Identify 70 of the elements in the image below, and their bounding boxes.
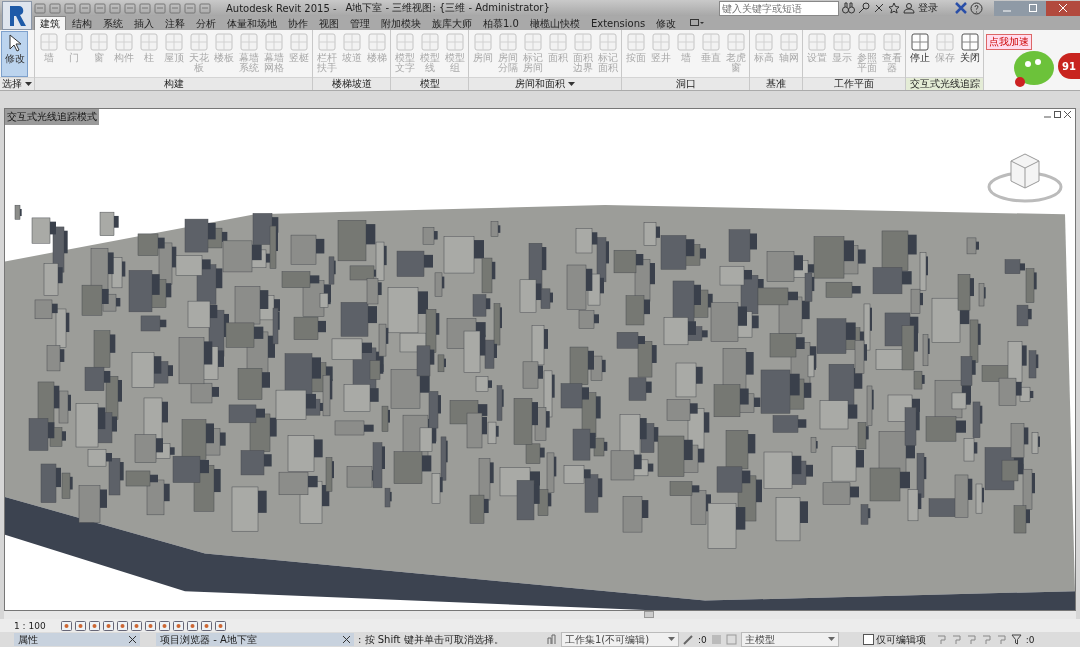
ribbon-button[interactable]: 修改 — [1, 31, 28, 77]
caret-icon[interactable] — [827, 637, 835, 642]
help-icon[interactable] — [970, 1, 983, 15]
panel-title[interactable]: 选择 — [0, 77, 34, 90]
ribbon-tab[interactable]: 分析 — [191, 17, 221, 30]
sign-in-link[interactable]: 登录 — [918, 1, 938, 15]
workset-icon[interactable] — [546, 634, 557, 645]
edit-request-count: :0 — [698, 634, 707, 645]
tool-icon[interactable] — [959, 32, 980, 52]
ribbon-tab[interactable]: 柏慕1.0 — [478, 17, 524, 30]
ribbon-tab[interactable]: 协作 — [283, 17, 313, 30]
close-button[interactable] — [1046, 0, 1080, 16]
status-message: : 按 Shift 键并单击可取消选择。 — [358, 632, 505, 647]
design-options-icon[interactable] — [710, 634, 722, 645]
view-scale[interactable]: 1 : 100 — [14, 620, 58, 631]
panel-title: 交互式光线追踪 — [906, 77, 983, 90]
restore-icon[interactable] — [1054, 111, 1061, 118]
panel-title: 模型 — [391, 77, 468, 90]
caret-icon[interactable] — [25, 81, 32, 87]
ribbon-tab[interactable]: 附加模块 — [376, 17, 426, 30]
window-title: A地下室 - 三维视图: {三维 - Administrator} — [345, 1, 550, 15]
ribbon-tab[interactable]: 插入 — [129, 17, 159, 30]
caret-icon[interactable] — [668, 637, 675, 642]
ribbon-tab[interactable]: 橄榄山快模 — [524, 17, 585, 30]
minimize-button[interactable] — [994, 0, 1020, 16]
ribbon-button[interactable]: 关闭 — [957, 31, 982, 77]
close-icon[interactable] — [343, 636, 350, 643]
app-title: Autodesk Revit 2015 - — [226, 2, 337, 14]
ribbon-button[interactable]: 停止 — [907, 31, 932, 77]
close-icon[interactable] — [129, 636, 136, 643]
user-icon[interactable] — [903, 2, 915, 14]
caret-icon[interactable] — [568, 81, 575, 87]
exchange-icon[interactable] — [955, 2, 967, 14]
panel-title: 构建 — [35, 77, 312, 90]
panel-title[interactable]: 房间和面积 — [469, 77, 621, 90]
ribbon-tab[interactable]: 族库大师 — [427, 17, 477, 30]
panel-toggle-icon[interactable] — [690, 19, 705, 27]
panel-title: 基准 — [750, 77, 802, 90]
star-icon[interactable] — [888, 2, 900, 14]
editable-only-checkbox[interactable] — [862, 634, 874, 645]
checkbox-label: 仅可编辑项 — [875, 632, 926, 647]
filter-icon[interactable] — [1010, 634, 1022, 645]
workset-dropdown[interactable]: 工作集1(不可编辑) — [561, 632, 679, 647]
design-options-icon[interactable] — [725, 634, 737, 645]
horizontal-scrollbar[interactable] — [4, 611, 1076, 619]
cursor-icon[interactable] — [6, 33, 23, 53]
properties-tab[interactable]: 属性 — [14, 633, 140, 646]
panel-title: 工作平面 — [803, 77, 905, 90]
ribbon-tab[interactable]: 建筑 — [34, 16, 66, 30]
ribbon-tab[interactable]: 体量和场地 — [222, 17, 282, 30]
panel-title: 洞口 — [622, 77, 749, 90]
search-field[interactable]: 键入关键字或短语 — [719, 0, 839, 16]
ribbon-tab[interactable]: 视图 — [314, 17, 344, 30]
project-browser-tab[interactable]: 项目浏览器 - A地下室 — [156, 633, 354, 646]
design-option-dropdown[interactable]: 主模型 — [740, 632, 839, 647]
binoculars-icon[interactable] — [842, 2, 855, 14]
ribbon-tab[interactable]: 管理 — [345, 17, 375, 30]
tool-icon[interactable] — [909, 32, 930, 52]
speed-badge[interactable]: 点我加速 — [986, 34, 1032, 50]
filter-count: :0 — [1025, 634, 1035, 645]
ribbon-tab[interactable]: 注释 — [160, 17, 190, 30]
ribbon-tab[interactable]: 修改 — [651, 17, 682, 30]
maximize-icon[interactable] — [1029, 4, 1037, 12]
ribbon-tab[interactable]: Extensions — [585, 17, 651, 30]
maximize-button[interactable] — [1020, 0, 1046, 16]
ribbon-tab[interactable]: 系统 — [98, 17, 128, 30]
ribbon-tab[interactable]: 结构 — [67, 17, 97, 30]
view-mode-label: 交互式光线追踪模式 — [5, 109, 99, 125]
panel-title: 楼梯坡道 — [313, 77, 390, 90]
close-icon[interactable] — [1064, 111, 1071, 118]
